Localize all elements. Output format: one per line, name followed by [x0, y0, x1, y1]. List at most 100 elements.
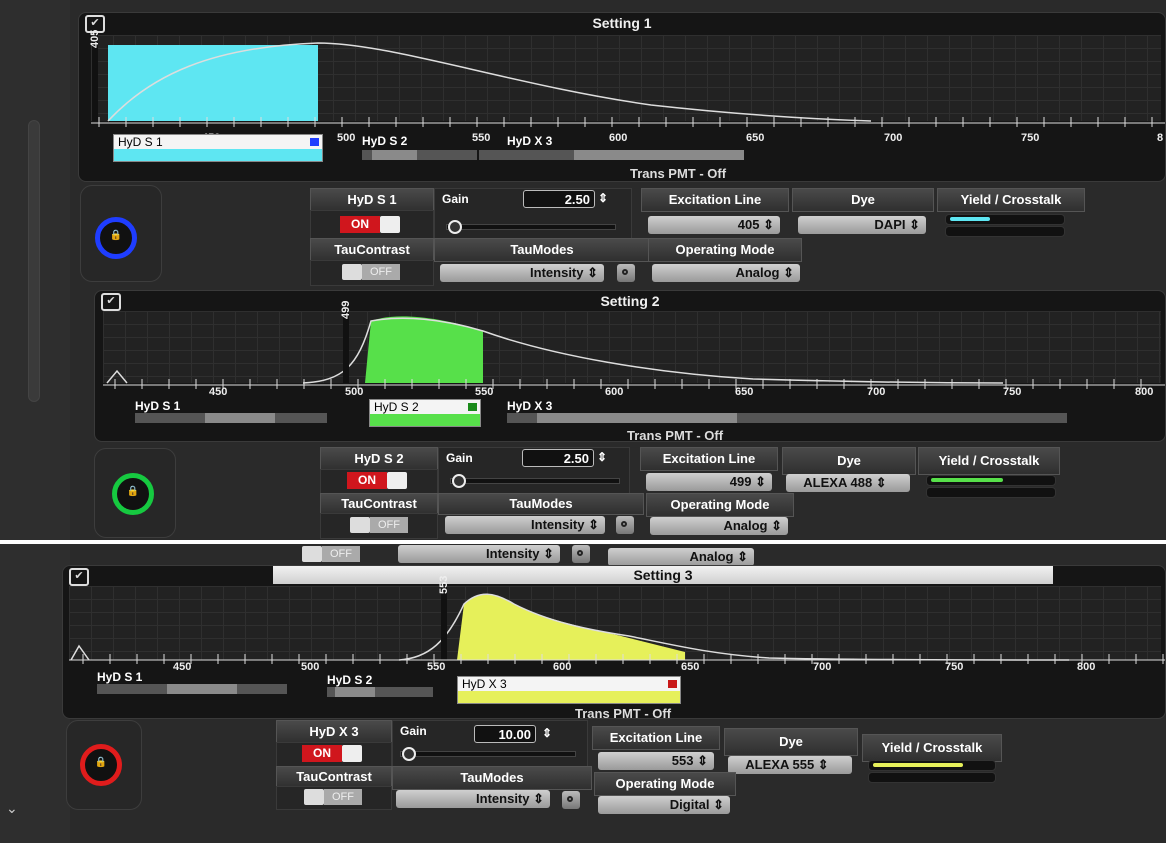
setting-3-panel: ✔ Setting 3 553 450 500 550 600 650 700 …	[62, 565, 1166, 719]
excitation-marker-label: 405	[89, 30, 101, 48]
gain-spin-icon[interactable]: ⇕	[542, 726, 552, 740]
taumode-reset-button[interactable]	[572, 545, 590, 563]
tick-label: 700	[813, 661, 831, 673]
crosstalk-meter	[945, 226, 1065, 237]
detector-label: HyD S 2	[374, 400, 419, 414]
crosstalk-meter	[868, 772, 996, 783]
tau-contrast-toggle[interactable]: OFF	[304, 789, 364, 805]
taumode-select[interactable]: Intensity ⇕	[445, 516, 605, 534]
gain-slider[interactable]	[446, 220, 616, 234]
tick-label: 550	[472, 132, 490, 144]
detector-hyd-x3-range[interactable]	[479, 150, 744, 160]
detector-on-toggle[interactable]: ON	[302, 745, 370, 762]
tau-contrast-label: TauContrast	[320, 493, 438, 515]
excitation-select[interactable]: 499 ⇕	[646, 473, 772, 491]
operating-mode-label: Operating Mode	[648, 238, 802, 262]
lock-icon[interactable]: 🔒	[80, 744, 122, 786]
trans-pmt-status: Trans PMT - Off	[575, 706, 672, 719]
tau-contrast-toggle[interactable]: OFF	[342, 264, 402, 280]
screenshot-divider	[0, 540, 1166, 544]
gain-spin-icon[interactable]: ⇕	[598, 191, 608, 205]
spectrum-plot[interactable]: 553	[69, 576, 1161, 661]
detector-hyd-s1-range[interactable]	[135, 413, 327, 423]
tick-label: 450	[209, 386, 227, 398]
gain-spin-icon[interactable]: ⇕	[597, 450, 607, 464]
detector-label: HyD S 1	[135, 399, 181, 413]
gain-input[interactable]: 10.00	[474, 725, 536, 743]
excitation-select[interactable]: 405 ⇕	[648, 216, 780, 234]
tick-label: 550	[475, 386, 493, 398]
tick-label: 800	[1077, 661, 1095, 673]
tick-label: 650	[681, 661, 699, 673]
tau-contrast-toggle[interactable]: OFF	[350, 517, 410, 533]
gain-input[interactable]: 2.50	[522, 449, 594, 467]
gain-label: Gain	[446, 451, 473, 465]
setting-title: Setting 2	[600, 293, 660, 309]
tick-label: 8	[1157, 132, 1163, 144]
tau-contrast-label: TauContrast	[276, 766, 392, 788]
gain-slider[interactable]	[450, 474, 620, 488]
detector-hyd-x3-range[interactable]	[507, 413, 1067, 423]
taumode-select[interactable]: Intensity ⇕	[396, 790, 550, 808]
taumode-select[interactable]: Intensity ⇕	[440, 264, 604, 282]
taumode-reset-button[interactable]	[562, 791, 580, 809]
tick-label: 600	[605, 386, 623, 398]
detector-hyd-s2-range[interactable]	[327, 687, 433, 697]
yield-crosstalk-label: Yield / Crosstalk	[937, 188, 1085, 212]
detector-name: HyD S 2	[320, 447, 438, 471]
dye-label: Dye	[724, 728, 858, 756]
gain-input[interactable]: 2.50	[523, 190, 595, 208]
operating-mode-select[interactable]: Analog ⇕	[650, 517, 788, 535]
trans-pmt-status: Trans PMT - Off	[627, 428, 724, 442]
detector-hyd-s1-range[interactable]: HyD S 1	[113, 134, 323, 162]
tick-label: 600	[609, 132, 627, 144]
taumode-reset-button[interactable]	[616, 516, 634, 534]
tick-label: 550	[427, 661, 445, 673]
operating-mode-select[interactable]: Analog ⇕	[608, 548, 754, 566]
dye-select[interactable]: ALEXA 488 ⇕	[786, 474, 910, 492]
detector-on-toggle[interactable]: ON	[347, 472, 415, 489]
lock-icon[interactable]: 🔒	[95, 217, 137, 259]
detector-label: HyD X 3	[507, 399, 553, 413]
gain-label: Gain	[400, 724, 427, 738]
detector-hyd-s2-range[interactable]	[362, 150, 477, 160]
trans-pmt-status: Trans PMT - Off	[630, 166, 727, 181]
gain-slider[interactable]	[400, 747, 576, 761]
tick-label: 750	[1021, 132, 1039, 144]
operating-mode-select[interactable]: Digital ⇕	[598, 796, 730, 814]
dye-label: Dye	[782, 447, 916, 475]
yield-meter	[945, 214, 1065, 225]
taumodes-label: TauModes	[434, 238, 650, 262]
emission-curve: 553	[70, 576, 1070, 661]
tick-label: 650	[746, 132, 764, 144]
dye-select[interactable]: ALEXA 555 ⇕	[728, 756, 852, 774]
detector-hyd-s2-range[interactable]: HyD S 2	[369, 399, 481, 427]
detector-label: HyD S 2	[327, 673, 373, 687]
yield-meter	[868, 760, 996, 771]
taumode-select[interactable]: Intensity ⇕	[398, 545, 560, 563]
scroll-rail[interactable]	[28, 120, 40, 402]
excitation-label: Excitation Line	[641, 188, 789, 212]
detector-hyd-x3-range[interactable]: HyD X 3	[457, 676, 681, 704]
taumode-reset-button[interactable]	[617, 264, 635, 282]
detector-label: HyD S 1	[97, 670, 143, 684]
excitation-select[interactable]: 553 ⇕	[598, 752, 714, 770]
detector-hyd-s1-range[interactable]	[97, 684, 287, 694]
tick-label: 750	[945, 661, 963, 673]
spectrum-plot[interactable]: 499	[103, 301, 1161, 384]
excitation-label: Excitation Line	[640, 447, 778, 471]
detector-on-toggle[interactable]: ON	[340, 216, 408, 233]
detector-label: HyD S 2	[362, 134, 408, 148]
yield-crosstalk-label: Yield / Crosstalk	[862, 734, 1002, 762]
tick-label: 500	[301, 661, 319, 673]
checkbox-icon[interactable]: ✔	[69, 568, 89, 586]
dye-select[interactable]: DAPI ⇕	[798, 216, 926, 234]
chevron-down-icon[interactable]: ⌄	[6, 800, 18, 817]
excitation-label: Excitation Line	[592, 726, 720, 750]
tick-label: 500	[337, 132, 355, 144]
lock-icon[interactable]: 🔒	[112, 473, 154, 515]
setting-title: Setting 3	[273, 566, 1053, 584]
taumodes-label: TauModes	[438, 493, 644, 515]
operating-mode-select[interactable]: Analog ⇕	[652, 264, 800, 282]
tau-contrast-toggle[interactable]: OFF	[302, 546, 362, 562]
